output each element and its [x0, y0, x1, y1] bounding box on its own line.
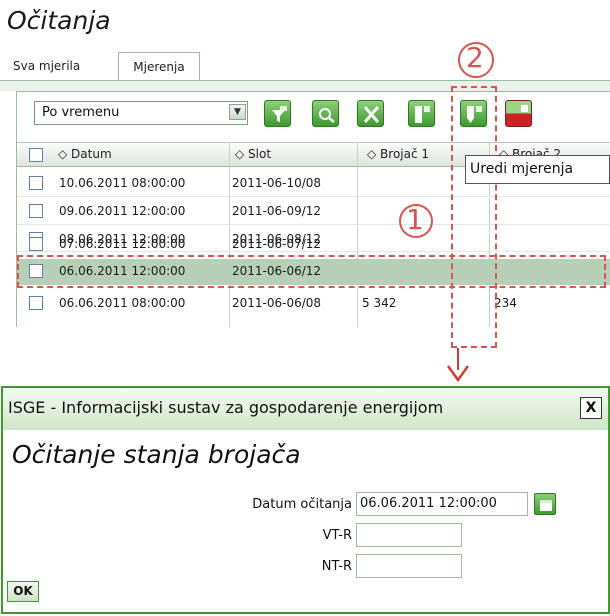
- columns-icon: [415, 106, 430, 123]
- column-divider: [357, 142, 358, 167]
- dialog-heading: Očitanje stanja brojača: [12, 440, 301, 469]
- cell-slot: 2011-06-06/08: [232, 296, 322, 310]
- cell-slot: 2011-06-07/12: [232, 237, 322, 251]
- tab-measurements[interactable]: Mjerenja: [118, 52, 200, 81]
- search-icon: [319, 108, 335, 123]
- cell-brojac-1: 5 342: [362, 296, 397, 310]
- search-button[interactable]: [312, 100, 339, 127]
- row-divider: [17, 196, 610, 197]
- edit-tooltip: Uredi mjerenja: [465, 155, 610, 184]
- export-excel-button[interactable]: [357, 100, 384, 127]
- tab-content-band: [0, 81, 610, 91]
- ok-button[interactable]: OK: [7, 581, 39, 602]
- cell-slot: 2011-06-10/08: [232, 176, 322, 190]
- delete-icon: [521, 105, 528, 112]
- filter-icon: [272, 106, 287, 122]
- callout-1-label: 1: [406, 203, 424, 236]
- vtr-field[interactable]: [356, 523, 462, 547]
- columns-button[interactable]: [408, 100, 435, 127]
- column-divider: [229, 142, 230, 167]
- filter-button[interactable]: [264, 100, 291, 127]
- select-all-checkbox[interactable]: [29, 148, 43, 162]
- date-field[interactable]: 06.06.2011 12:00:00: [356, 492, 528, 516]
- selected-row-callout-frame: [17, 255, 606, 288]
- row-checkbox[interactable]: [29, 296, 43, 310]
- page-title: Očitanja: [7, 6, 111, 35]
- arrow-down-icon: [446, 365, 470, 383]
- dialog-title: ISGE - Informacijski sustav za gospodare…: [8, 398, 444, 417]
- view-select-value: Po vremenu: [42, 105, 120, 120]
- chevron-down-icon[interactable]: ▼: [229, 104, 246, 120]
- cell-datum: 07.06.2011 12:00:00: [59, 237, 186, 251]
- tab-all-meters[interactable]: Sva mjerila: [4, 52, 89, 80]
- calendar-button[interactable]: [534, 493, 556, 515]
- edit-button-callout-frame: [451, 86, 497, 348]
- cell-datum: 10.06.2011 08:00:00: [59, 176, 186, 190]
- sort-icon: ◇: [235, 147, 249, 161]
- row-checkbox[interactable]: [29, 176, 43, 190]
- column-header-brojac-1[interactable]: ◇ Brojač 1: [367, 142, 429, 167]
- cell-datum: 06.06.2011 08:00:00: [59, 296, 186, 310]
- sort-icon: ◇: [367, 147, 381, 161]
- table-row[interactable]: 07.06.2011 12:00:00 2011-06-07/12: [17, 233, 610, 256]
- excel-icon: [363, 106, 380, 123]
- ntr-field[interactable]: [356, 554, 462, 578]
- close-button[interactable]: X: [580, 397, 602, 419]
- column-header-datum[interactable]: ◇ Datum: [58, 142, 112, 167]
- delete-button[interactable]: [505, 100, 532, 127]
- column-header-slot[interactable]: ◇ Slot: [235, 142, 271, 167]
- date-label: Datum očitanja: [252, 497, 352, 512]
- calendar-icon: [540, 500, 552, 511]
- callout-2-label: 2: [466, 41, 484, 74]
- sort-icon: ◇: [58, 147, 72, 161]
- table-row[interactable]: [17, 206, 610, 229]
- cell-brojac-2: 234: [494, 296, 517, 310]
- vtr-label: VT-R: [322, 528, 352, 543]
- row-checkbox[interactable]: [29, 237, 43, 251]
- ntr-label: NT-R: [321, 559, 352, 574]
- table-row[interactable]: 06.06.2011 08:00:00 2011-06-06/08 5 342 …: [17, 292, 610, 315]
